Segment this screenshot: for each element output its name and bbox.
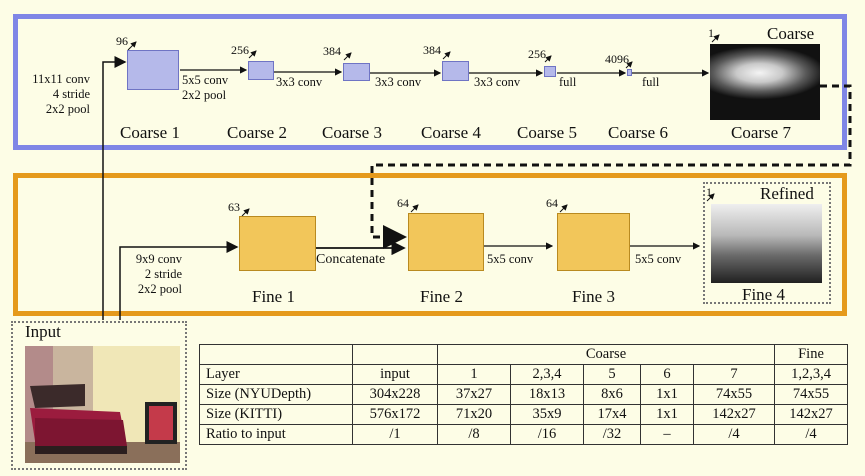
coarse1-block: [127, 50, 179, 90]
input-label: Input: [25, 322, 61, 341]
coarse3-label: Coarse 3: [322, 123, 382, 142]
coarse4-label: Coarse 4: [421, 123, 481, 142]
coarse7-depth-map: [710, 44, 820, 120]
fine4-refined-depth-map: [711, 204, 822, 283]
fine2-size: 64: [397, 196, 409, 210]
fine-group-header: Fine: [774, 344, 848, 365]
fine-input-op: 9x9 conv 2 stride 2x2 pool: [135, 252, 182, 296]
input-bedroom-photo: [25, 346, 180, 463]
coarse3-block: [343, 63, 370, 81]
coarse5-label: Coarse 5: [517, 123, 577, 142]
coarse6-block: [627, 69, 632, 76]
fine2-block: [408, 213, 484, 271]
coarse-op-2-3: 3x3 conv: [276, 75, 323, 89]
fine4-label: Fine 4: [742, 285, 785, 304]
coarse2-label: Coarse 2: [227, 123, 287, 142]
coarse-group-header: Coarse: [437, 344, 775, 365]
fine3-size: 64: [546, 196, 558, 210]
coarse-op-4-5: 3x3 conv: [474, 75, 521, 89]
coarse-op-3-4: 3x3 conv: [375, 75, 422, 89]
table-row: Layer input 1 2,3,4 5 6 7 1,2,3,4: [199, 364, 848, 385]
coarse1-label: Coarse 1: [120, 123, 180, 142]
fine2-label: Fine 2: [420, 287, 463, 306]
fine4-size: 1: [706, 185, 712, 199]
concatenate-label: Concatenate: [316, 252, 386, 267]
coarse-input-op: 11x11 conv 4 stride 2x2 pool: [32, 72, 90, 116]
input-to-coarse1-arrow: [102, 56, 127, 320]
fine3-label: Fine 3: [572, 287, 615, 306]
fine-op-3-4: 5x5 conv: [635, 252, 682, 266]
coarse1-size: 96: [116, 34, 128, 48]
coarse6-label: Coarse 6: [608, 123, 668, 142]
coarse7-label: Coarse 7: [731, 123, 791, 142]
fine1-label: Fine 1: [252, 287, 295, 306]
coarse7-size: 1: [708, 26, 714, 40]
table-group-header-row: Coarse Fine: [199, 344, 848, 365]
coarse6-size: 4096: [605, 52, 629, 66]
coarse5-size: 256: [528, 47, 546, 61]
fine1-size: 63: [228, 200, 240, 214]
table-row: Size (KITTI) 576x172 71x20 35x9 17x4 1x1 142x2…: [199, 404, 848, 425]
refined-output-label: Refined: [760, 184, 814, 203]
coarse3-size: 384: [323, 44, 341, 58]
table-row: Size (NYUDepth) 304x228 37x27 18x13 8x6 1x1 74…: [199, 384, 848, 405]
coarse-output-label: Coarse: [767, 24, 815, 43]
coarse4-size: 384: [423, 43, 441, 57]
coarse-op-6-7: full: [642, 75, 660, 89]
fine1-block: [239, 216, 316, 271]
fine3-block: [557, 213, 630, 271]
coarse2-size: 256: [231, 43, 249, 57]
coarse-op-1-2: 5x5 conv 2x2 pool: [182, 73, 229, 102]
coarse-op-5-6: full: [559, 75, 577, 89]
table-row: Ratio to input/1/8/16/32–/4/4: [199, 424, 848, 445]
fine-op-2-3: 5x5 conv: [487, 252, 534, 266]
layer-spec-table: Coarse Fine Layer input 1 2,3,4 5 6 7 1,2,3,4 S…: [199, 344, 848, 445]
coarse2-block: [248, 61, 274, 80]
coarse4-block: [442, 61, 469, 81]
coarse5-block: [544, 66, 556, 77]
